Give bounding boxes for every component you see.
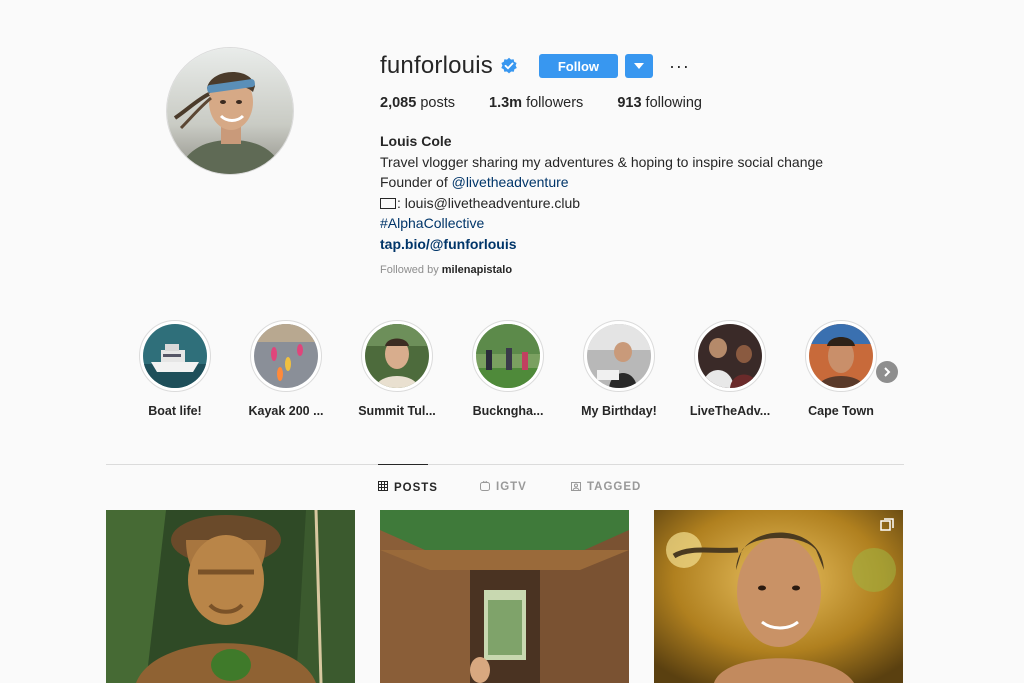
- triangle-down-icon: [633, 63, 644, 69]
- hashtag-link[interactable]: #AlphaCollective: [380, 213, 940, 234]
- bio-line-founder: Founder of @livetheadventure: [380, 172, 940, 193]
- email-text: : louis@livetheadventure.club: [397, 194, 581, 211]
- username: funforlouis: [380, 52, 493, 79]
- highlight-label: Cape Town: [808, 404, 874, 418]
- posts-stat: 2,085 posts: [380, 95, 455, 111]
- highlight-thumbnail: [143, 324, 207, 388]
- tab-igtv-label: IGTV: [496, 481, 527, 493]
- posts-count: 2,085: [380, 95, 417, 111]
- follow-button[interactable]: Follow: [538, 54, 618, 78]
- envelope-icon: [380, 197, 396, 209]
- followed-by: Followed by milenapistalo: [380, 264, 940, 276]
- livetheadventure-link[interactable]: @livetheadventure: [452, 174, 569, 190]
- highlight-label: Kayak 200 ...: [248, 404, 324, 418]
- highlight-label: LiveTheAdv...: [689, 404, 771, 418]
- post-thumbnail[interactable]: [106, 510, 355, 683]
- highlight-item[interactable]: Boat life!: [120, 320, 230, 418]
- igtv-icon: [480, 480, 490, 494]
- followers-stat[interactable]: 1.3m followers: [489, 95, 583, 111]
- highlight-ring: [694, 320, 766, 392]
- tab-posts-label: POSTS: [394, 481, 438, 494]
- profile-tabs: POSTS IGTV TAGGED: [378, 464, 658, 510]
- tab-tagged[interactable]: TAGGED: [571, 464, 641, 510]
- highlight-thumbnail: [476, 324, 540, 388]
- highlight-label: My Birthday!: [581, 404, 657, 418]
- followed-by-user-link[interactable]: milenapistalo: [442, 264, 512, 276]
- highlight-item[interactable]: Summit Tul...: [342, 320, 452, 418]
- posts-grid: [106, 510, 904, 683]
- founder-prefix: Founder of: [380, 174, 452, 190]
- highlight-thumbnail: [365, 324, 429, 388]
- following-label: following: [645, 95, 702, 111]
- highlight-ring: [583, 320, 655, 392]
- highlight-ring: [361, 320, 433, 392]
- profile-header: funforlouis Follow ··· 2,085 posts 1.3m …: [0, 0, 1024, 300]
- story-highlights: Boat life! Kayak 200 ... Summit Tul... B…: [108, 320, 908, 420]
- chevron-right-icon: [884, 367, 891, 377]
- highlight-thumbnail: [587, 324, 651, 388]
- suggested-dropdown-button[interactable]: [624, 54, 653, 78]
- verified-badge-icon: [500, 57, 518, 75]
- highlight-label: Buckngha...: [472, 404, 544, 418]
- tagged-icon: [571, 481, 581, 494]
- highlight-ring: [805, 320, 877, 392]
- followers-label: followers: [526, 95, 584, 111]
- posts-label: posts: [420, 95, 455, 111]
- grid-icon: [378, 481, 388, 494]
- bio-line-description: Travel vlogger sharing my adventures & h…: [380, 153, 824, 170]
- highlights-next-button[interactable]: [876, 361, 898, 383]
- following-stat[interactable]: 913 following: [617, 95, 702, 111]
- profile-stats: 2,085 posts 1.3m followers 913 following: [380, 95, 940, 111]
- highlight-ring: [139, 320, 211, 392]
- highlight-ring: [250, 320, 322, 392]
- following-count: 913: [617, 95, 642, 111]
- highlight-item[interactable]: My Birthday!: [564, 320, 674, 418]
- highlight-thumbnail: [809, 324, 873, 388]
- more-options-button[interactable]: ···: [669, 57, 690, 75]
- highlight-item[interactable]: LiveTheAdv...: [675, 320, 785, 418]
- tab-igtv[interactable]: IGTV: [480, 464, 527, 510]
- website-link[interactable]: tap.bio/@funforlouis: [380, 234, 940, 255]
- highlight-item[interactable]: Buckngha...: [453, 320, 563, 418]
- highlight-thumbnail: [698, 324, 762, 388]
- post-thumbnail[interactable]: [654, 510, 903, 683]
- profile-bio: Louis Cole Travel vlogger sharing my adv…: [380, 131, 940, 254]
- followed-by-prefix: Followed by: [380, 264, 439, 276]
- highlight-ring: [472, 320, 544, 392]
- post-thumbnail[interactable]: [380, 510, 629, 683]
- highlight-label: Boat life!: [148, 404, 202, 418]
- highlight-label: Summit Tul...: [358, 404, 436, 418]
- followers-count: 1.3m: [489, 95, 523, 111]
- bio-line-email: : louis@livetheadventure.club: [380, 193, 940, 214]
- highlight-thumbnail: [254, 324, 318, 388]
- highlight-item[interactable]: Kayak 200 ...: [231, 320, 341, 418]
- profile-avatar[interactable]: [166, 47, 294, 175]
- tab-tagged-label: TAGGED: [587, 481, 642, 493]
- full-name: Louis Cole: [380, 133, 452, 149]
- profile-info: funforlouis Follow ··· 2,085 posts 1.3m …: [380, 50, 940, 276]
- tab-posts[interactable]: POSTS: [378, 464, 437, 510]
- carousel-icon: [880, 518, 894, 532]
- title-row: funforlouis Follow ···: [380, 50, 940, 82]
